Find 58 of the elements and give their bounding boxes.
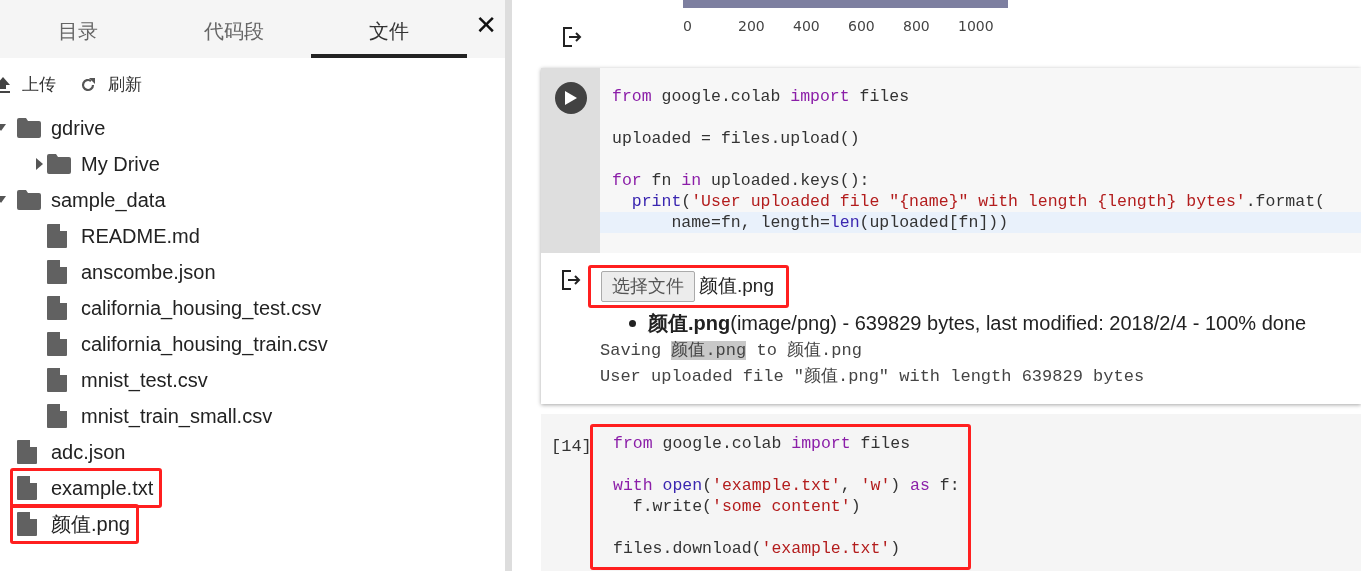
- output-icon: [561, 26, 583, 48]
- axis-label: 0: [683, 17, 693, 36]
- execution-count: [14]: [550, 436, 590, 458]
- axis-label: 400: [793, 17, 821, 36]
- upload-icon: [0, 76, 10, 93]
- file-name[interactable]: adc.json: [51, 436, 126, 467]
- close-button[interactable]: ✕: [467, 12, 505, 38]
- file-icon: [17, 475, 37, 500]
- axis-label: 800: [903, 17, 931, 36]
- panel-tab[interactable]: 目录: [0, 8, 156, 58]
- code-line: from google.colab import files: [611, 86, 911, 107]
- axis-label: 1000: [958, 17, 995, 36]
- code-line: f.write('some content'): [631, 496, 862, 517]
- code-line: with open('example.txt', 'w') as f:: [613, 475, 960, 496]
- file-icon: [17, 439, 37, 464]
- file-name[interactable]: anscombe.json: [81, 256, 216, 287]
- folder-icon: [47, 153, 71, 174]
- file-name[interactable]: california_housing_train.csv: [81, 328, 328, 359]
- collapsed-arrow-icon[interactable]: [36, 157, 44, 170]
- file-icon: [47, 259, 67, 284]
- file-icon: [47, 367, 67, 392]
- output-line: Saving 颜值.png to 颜值.png: [600, 340, 863, 362]
- upload-status: 颜值.png(image/png) - 639829 bytes, last modified: 2018/2/4 - 100% done: [648, 311, 1307, 336]
- axis-label: 600: [848, 17, 876, 36]
- file-name[interactable]: mnist_test.csv: [81, 364, 208, 395]
- file-name[interactable]: My Drive: [81, 148, 160, 179]
- file-name[interactable]: sample_data: [51, 184, 166, 215]
- file-icon: [47, 295, 67, 320]
- play-icon: [564, 91, 577, 105]
- bullet-icon: [629, 319, 636, 327]
- code-line: for fn in uploaded.keys():: [611, 170, 871, 191]
- choose-file-button[interactable]: 选择文件: [601, 271, 695, 302]
- folder-icon: [17, 117, 41, 138]
- code-line: uploaded = files.upload(): [611, 128, 861, 149]
- code-line: files.download('example.txt'): [613, 538, 902, 559]
- file-name[interactable]: gdrive: [51, 112, 106, 143]
- file-name[interactable]: california_housing_test.csv: [81, 292, 322, 323]
- code-line: print('User uploaded file "{name}" with length {length} bytes'.format(: [630, 191, 1326, 212]
- axis-label: 200: [738, 17, 766, 36]
- refresh-button[interactable]: 刷新: [80, 72, 142, 98]
- refresh-icon: [80, 76, 96, 93]
- run-button[interactable]: [554, 82, 587, 114]
- panel-tab[interactable]: 代码段: [155, 8, 312, 58]
- output-line: User uploaded file "颜值.png" with length 639829 bytes: [600, 366, 1146, 388]
- file-icon: [47, 403, 67, 428]
- code-line: from google.colab import files: [613, 433, 912, 454]
- output-icon: [559, 269, 582, 291]
- file-name[interactable]: 颜值.png: [51, 508, 130, 539]
- panel-tab[interactable]: 文件: [311, 8, 468, 58]
- file-icon: [47, 223, 67, 248]
- file-icon: [47, 331, 67, 356]
- file-name[interactable]: README.md: [81, 220, 200, 251]
- file-name[interactable]: example.txt: [51, 472, 154, 503]
- file-icon: [17, 511, 37, 536]
- file-name: 颜值.png: [699, 274, 774, 299]
- folder-icon: [17, 189, 41, 210]
- file-name[interactable]: mnist_train_small.csv: [81, 400, 273, 431]
- upload-button[interactable]: 上传: [0, 72, 56, 98]
